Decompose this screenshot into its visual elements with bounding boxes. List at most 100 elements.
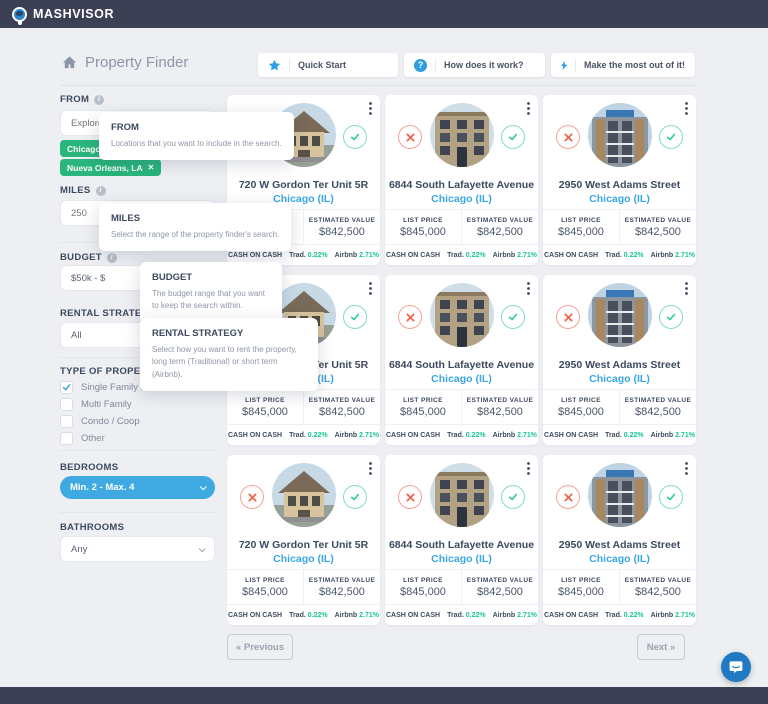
question-icon: ? xyxy=(414,59,427,72)
info-icon[interactable]: i xyxy=(107,253,117,263)
accept-property-button[interactable] xyxy=(659,125,683,149)
property-photo[interactable] xyxy=(588,283,652,347)
info-icon[interactable]: i xyxy=(94,95,104,105)
airbnb-metric: Airbnb 2.71% xyxy=(335,612,379,619)
trad-metric: Trad. 0.22% xyxy=(289,252,328,259)
tooltip-text: Select the range of the property finder'… xyxy=(111,229,279,241)
mashvisor-logo[interactable]: MASHVISOR xyxy=(12,7,114,22)
accept-property-button[interactable] xyxy=(501,125,525,149)
property-address: 720 W Gordon Ter Unit 5R xyxy=(227,179,380,192)
card-photo-block xyxy=(543,455,696,539)
previous-button[interactable]: « Previous xyxy=(227,634,293,660)
property-card: 6844 South Lafayette Avenue Chicago (IL)… xyxy=(385,95,538,265)
estimated-value-cell: ESTIMATED VALUE $842,500 xyxy=(303,390,380,424)
list-price-value: $845,000 xyxy=(558,226,604,238)
accept-property-button[interactable] xyxy=(501,485,525,509)
trad-metric: Trad. 0.22% xyxy=(605,432,644,439)
property-city-link[interactable]: Chicago (IL) xyxy=(543,192,696,207)
property-card: 2950 West Adams Street Chicago (IL) LIST… xyxy=(543,455,696,625)
cash-on-cash-row: CASH ON CASH Trad. 0.22% Airbnb 2.71% xyxy=(543,605,696,625)
cash-on-cash-label: CASH ON CASH xyxy=(228,252,282,259)
estimated-value-value: $842,500 xyxy=(635,226,681,238)
property-city-link[interactable]: Chicago (IL) xyxy=(543,372,696,387)
chat-launcher[interactable] xyxy=(721,652,751,682)
accept-property-button[interactable] xyxy=(343,305,367,329)
list-price-cell: LIST PRICE $845,000 xyxy=(385,570,461,604)
cash-on-cash-row: CASH ON CASH Trad. 0.22% Airbnb 2.71% xyxy=(385,425,538,445)
accept-property-button[interactable] xyxy=(501,305,525,329)
property-city-link[interactable]: Chicago (IL) xyxy=(385,552,538,567)
estimated-value-cell: ESTIMATED VALUE $842,500 xyxy=(461,570,538,604)
property-city-link[interactable]: Chicago (IL) xyxy=(227,552,380,567)
quick-start-button[interactable]: Quick Start xyxy=(258,53,398,77)
estimated-value-cell: ESTIMATED VALUE $842,500 xyxy=(619,570,696,604)
list-price-cell: LIST PRICE $845,000 xyxy=(543,570,619,604)
star-icon xyxy=(268,59,281,72)
airbnb-metric: Airbnb 2.71% xyxy=(335,432,379,439)
tooltip-text: Locations that you want to include in th… xyxy=(111,138,282,150)
checkbox-icon xyxy=(60,432,73,445)
reject-property-button[interactable] xyxy=(556,305,580,329)
estimated-value-cell: ESTIMATED VALUE $842,500 xyxy=(461,390,538,424)
list-price-label: LIST PRICE xyxy=(561,217,601,224)
property-city-link[interactable]: Chicago (IL) xyxy=(385,192,538,207)
estimated-value-value: $842,500 xyxy=(319,586,365,598)
list-price-cell: LIST PRICE $845,000 xyxy=(227,570,303,604)
property-photo[interactable] xyxy=(430,283,494,347)
trad-metric: Trad. 0.22% xyxy=(447,252,486,259)
reject-property-button[interactable] xyxy=(398,305,422,329)
property-city-link[interactable]: Chicago (IL) xyxy=(543,552,696,567)
list-price-value: $845,000 xyxy=(242,586,288,598)
cash-on-cash-label: CASH ON CASH xyxy=(386,432,440,439)
button-divider xyxy=(289,59,290,71)
list-price-value: $845,000 xyxy=(558,406,604,418)
trad-metric: Trad. 0.22% xyxy=(447,612,486,619)
estimated-value-value: $842,500 xyxy=(477,586,523,598)
estimated-value-label: ESTIMATED VALUE xyxy=(467,217,533,224)
chevron-down-icon xyxy=(199,545,206,552)
top-navbar: MASHVISOR xyxy=(0,0,768,28)
property-photo[interactable] xyxy=(588,463,652,527)
reject-property-button[interactable] xyxy=(240,485,264,509)
bathrooms-select[interactable]: Any xyxy=(60,536,215,562)
reject-property-button[interactable] xyxy=(398,125,422,149)
bedrooms-select[interactable]: Min. 2 - Max. 4 xyxy=(60,476,215,499)
remove-tag-icon[interactable]: ✕ xyxy=(148,163,155,172)
reject-property-button[interactable] xyxy=(556,485,580,509)
accept-property-button[interactable] xyxy=(659,305,683,329)
tooltip-title: MILES xyxy=(111,213,279,224)
checkbox-icon xyxy=(60,398,73,411)
info-icon[interactable]: i xyxy=(96,186,106,196)
property-photo[interactable] xyxy=(272,463,336,527)
price-row: LIST PRICE $845,000 ESTIMATED VALUE $842… xyxy=(543,209,696,245)
property-photo[interactable] xyxy=(430,103,494,167)
miles-tooltip: MILES Select the range of the property f… xyxy=(99,203,291,251)
accept-property-button[interactable] xyxy=(343,125,367,149)
trad-metric: Trad. 0.22% xyxy=(605,612,644,619)
property-type-checkbox[interactable]: Other xyxy=(60,432,105,445)
property-city-link[interactable]: Chicago (IL) xyxy=(385,372,538,387)
property-address: 2950 West Adams Street xyxy=(543,539,696,552)
estimated-value-label: ESTIMATED VALUE xyxy=(625,577,691,584)
trad-metric: Trad. 0.22% xyxy=(447,432,486,439)
how-does-it-work-button[interactable]: ? How does it work? xyxy=(404,53,545,77)
list-price-label: LIST PRICE xyxy=(403,577,443,584)
cash-on-cash-label: CASH ON CASH xyxy=(228,612,282,619)
reject-property-button[interactable] xyxy=(556,125,580,149)
next-button[interactable]: Next » xyxy=(637,634,685,660)
mashvisor-logo-icon xyxy=(12,7,27,22)
quick-start-label: Quick Start xyxy=(298,60,346,70)
estimated-value-cell: ESTIMATED VALUE $842,500 xyxy=(461,210,538,244)
accept-property-button[interactable] xyxy=(659,485,683,509)
make-the-most-button[interactable]: Make the most out of it! xyxy=(551,53,695,77)
property-card: 2950 West Adams Street Chicago (IL) LIST… xyxy=(543,95,696,265)
property-type-checkbox[interactable]: Multi Family xyxy=(60,398,132,411)
bathrooms-label: BATHROOMS xyxy=(60,522,124,533)
property-photo[interactable] xyxy=(588,103,652,167)
estimated-value-label: ESTIMATED VALUE xyxy=(467,397,533,404)
reject-property-button[interactable] xyxy=(398,485,422,509)
accept-property-button[interactable] xyxy=(343,485,367,509)
property-type-checkbox[interactable]: Condo / Coop xyxy=(60,415,140,428)
make-the-most-label: Make the most out of it! xyxy=(584,60,685,70)
property-photo[interactable] xyxy=(430,463,494,527)
